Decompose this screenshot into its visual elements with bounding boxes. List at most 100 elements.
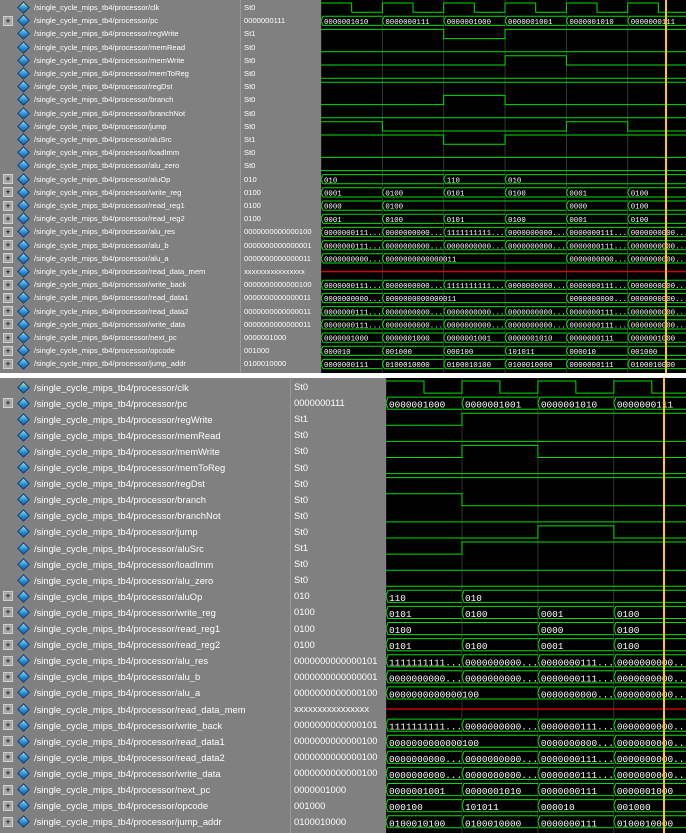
signal-row[interactable]: + /single_cycle_mips_tb4/processor/write_… <box>0 186 240 199</box>
signal-diamond-icon <box>17 509 30 523</box>
bus-segment <box>627 174 686 185</box>
expand-plus-icon[interactable]: + <box>3 671 13 682</box>
signal-row[interactable]: /single_cycle_mips_tb4/processor/alu_zer… <box>0 159 240 173</box>
expand-plus-icon[interactable]: + <box>3 607 13 618</box>
signal-row[interactable]: + /single_cycle_mips_tb4/processor/alu_a <box>0 252 240 265</box>
signal-row[interactable]: + /single_cycle_mips_tb4/processor/read_d… <box>0 733 290 749</box>
signal-row[interactable]: + /single_cycle_mips_tb4/processor/jump_a… <box>0 357 240 371</box>
expand-plus-icon[interactable]: + <box>3 253 13 264</box>
expand-plus-icon[interactable]: + <box>3 591 13 602</box>
signal-row[interactable]: /single_cycle_mips_tb4/processor/loadImm <box>0 146 240 160</box>
signal-value: 0000000000000100 <box>294 735 378 747</box>
signal-row[interactable]: + /single_cycle_mips_tb4/processor/read_d… <box>0 291 240 305</box>
signal-row[interactable]: + /single_cycle_mips_tb4/processor/next_p… <box>0 782 290 798</box>
expand-plus-icon[interactable]: + <box>3 816 13 827</box>
expand-plus-icon[interactable]: + <box>3 345 13 356</box>
expand-plus-icon[interactable]: + <box>3 784 13 795</box>
signal-row[interactable]: /single_cycle_mips_tb4/processor/alu_zer… <box>0 572 290 588</box>
signal-row[interactable]: + /single_cycle_mips_tb4/processor/opcode <box>0 344 240 358</box>
signal-row[interactable]: + /single_cycle_mips_tb4/processor/write_… <box>0 765 290 781</box>
signal-row[interactable]: + /single_cycle_mips_tb4/processor/read_r… <box>0 199 240 212</box>
signal-row[interactable]: + /single_cycle_mips_tb4/processor/alu_a <box>0 685 290 701</box>
expand-plus-icon[interactable]: + <box>3 187 13 198</box>
signal-row[interactable]: + /single_cycle_mips_tb4/processor/write_… <box>0 604 290 620</box>
signal-row[interactable]: + /single_cycle_mips_tb4/processor/opcode <box>0 798 290 814</box>
signal-row[interactable]: + /single_cycle_mips_tb4/processor/aluOp <box>0 588 290 604</box>
bus-value-label: 0100 <box>385 191 403 199</box>
signal-row[interactable]: + /single_cycle_mips_tb4/processor/read_r… <box>0 621 290 637</box>
expand-plus-icon[interactable]: + <box>3 292 13 303</box>
signal-row[interactable]: + /single_cycle_mips_tb4/processor/write_… <box>0 717 290 733</box>
signal-diamond-icon <box>17 396 30 410</box>
waveform-area[interactable]: 0000001010 0000000111 0000001000 0000001001… <box>321 0 686 373</box>
signal-row[interactable]: + /single_cycle_mips_tb4/processor/read_r… <box>0 212 240 226</box>
expand-plus-icon[interactable]: + <box>3 398 13 409</box>
signal-row[interactable]: /single_cycle_mips_tb4/processor/memToRe… <box>0 67 240 80</box>
signal-row[interactable]: /single_cycle_mips_tb4/processor/branch <box>0 93 240 107</box>
signal-row[interactable]: + /single_cycle_mips_tb4/processor/write_… <box>0 278 240 292</box>
expand-plus-icon[interactable]: + <box>3 174 13 185</box>
expand-plus-icon[interactable]: + <box>3 720 13 731</box>
signal-row[interactable]: + /single_cycle_mips_tb4/processor/jump_a… <box>0 814 290 830</box>
signal-row[interactable]: /single_cycle_mips_tb4/processor/memWrit… <box>0 443 290 459</box>
signal-row[interactable]: + /single_cycle_mips_tb4/processor/alu_re… <box>0 653 290 669</box>
expand-plus-icon[interactable]: + <box>3 736 13 747</box>
expand-plus-icon[interactable]: + <box>3 623 13 634</box>
signal-row[interactable]: /single_cycle_mips_tb4/processor/memToRe… <box>0 460 290 476</box>
expand-plus-icon[interactable]: + <box>3 240 13 251</box>
signal-row[interactable]: /single_cycle_mips_tb4/processor/regWrit… <box>0 411 290 427</box>
signal-row[interactable]: + /single_cycle_mips_tb4/processor/write_… <box>0 318 240 331</box>
signal-row[interactable]: /single_cycle_mips_tb4/processor/jump <box>0 524 290 540</box>
signal-row[interactable]: + /single_cycle_mips_tb4/processor/pc <box>0 14 240 28</box>
expand-plus-icon[interactable]: + <box>3 226 13 237</box>
signal-row[interactable]: /single_cycle_mips_tb4/processor/clk <box>0 379 290 395</box>
bus-value-label: 0100 <box>389 625 412 636</box>
signal-row[interactable]: /single_cycle_mips_tb4/processor/regWrit… <box>0 27 240 41</box>
expand-plus-icon[interactable]: + <box>3 279 13 290</box>
expand-plus-icon[interactable]: + <box>3 768 13 779</box>
expand-plus-icon[interactable]: + <box>3 15 13 26</box>
signal-row[interactable]: /single_cycle_mips_tb4/processor/branch <box>0 492 290 508</box>
signal-row[interactable]: + /single_cycle_mips_tb4/processor/next_p… <box>0 331 240 344</box>
signal-row[interactable]: /single_cycle_mips_tb4/processor/memWrit… <box>0 54 240 67</box>
expand-plus-icon[interactable]: + <box>3 213 13 224</box>
signal-row[interactable]: /single_cycle_mips_tb4/processor/jump <box>0 120 240 133</box>
signal-name: /single_cycle_mips_tb4/processor/clk <box>34 381 189 393</box>
signal-row[interactable]: + /single_cycle_mips_tb4/processor/aluOp <box>0 172 240 186</box>
signal-row[interactable]: /single_cycle_mips_tb4/processor/branchN… <box>0 508 290 524</box>
waveform-area[interactable]: 0000001000 0000001001 0000001010 0000000111… <box>386 378 686 833</box>
signal-row[interactable]: /single_cycle_mips_tb4/processor/aluSrc <box>0 540 290 556</box>
expand-plus-icon[interactable]: + <box>3 200 13 211</box>
expand-plus-icon[interactable]: + <box>3 752 13 763</box>
signal-row[interactable]: /single_cycle_mips_tb4/processor/regDst <box>0 476 290 492</box>
signal-row[interactable]: + /single_cycle_mips_tb4/processor/read_d… <box>0 265 240 278</box>
expand-plus-icon[interactable]: + <box>3 306 13 317</box>
signal-row[interactable]: + /single_cycle_mips_tb4/processor/read_d… <box>0 701 290 717</box>
signal-row[interactable]: + /single_cycle_mips_tb4/processor/alu_re… <box>0 225 240 239</box>
expand-plus-icon[interactable]: + <box>3 319 13 330</box>
expand-plus-icon[interactable]: + <box>3 800 13 811</box>
signal-row[interactable]: /single_cycle_mips_tb4/processor/memRead <box>0 40 240 54</box>
signal-row[interactable]: + /single_cycle_mips_tb4/processor/read_r… <box>0 637 290 653</box>
signal-row[interactable]: /single_cycle_mips_tb4/processor/aluSrc <box>0 133 240 146</box>
signal-row[interactable]: /single_cycle_mips_tb4/processor/branchN… <box>0 106 240 120</box>
expand-plus-icon[interactable]: + <box>3 266 13 277</box>
signal-row[interactable]: + /single_cycle_mips_tb4/processor/read_d… <box>0 304 240 318</box>
signal-row[interactable]: + /single_cycle_mips_tb4/processor/read_d… <box>0 749 290 765</box>
signal-row[interactable]: + /single_cycle_mips_tb4/processor/pc <box>0 395 290 411</box>
signal-diamond-icon <box>17 622 30 635</box>
expand-plus-icon[interactable]: + <box>3 358 13 369</box>
bus-value-label: 0100 <box>631 217 649 225</box>
signal-diamond-icon <box>17 525 30 539</box>
signal-row[interactable]: + /single_cycle_mips_tb4/processor/alu_b <box>0 669 290 685</box>
expand-plus-icon[interactable]: + <box>3 687 13 698</box>
expand-plus-icon[interactable]: + <box>3 655 13 666</box>
signal-row[interactable]: /single_cycle_mips_tb4/processor/memRead <box>0 427 290 443</box>
signal-row[interactable]: /single_cycle_mips_tb4/processor/clk <box>0 1 240 14</box>
expand-plus-icon[interactable]: + <box>3 332 13 343</box>
signal-row[interactable]: + /single_cycle_mips_tb4/processor/alu_b <box>0 238 240 252</box>
signal-row[interactable]: /single_cycle_mips_tb4/processor/loadImm <box>0 556 290 572</box>
signal-row[interactable]: /single_cycle_mips_tb4/processor/regDst <box>0 80 240 94</box>
expand-plus-icon[interactable]: + <box>3 639 13 650</box>
expand-plus-icon[interactable]: + <box>3 704 13 715</box>
